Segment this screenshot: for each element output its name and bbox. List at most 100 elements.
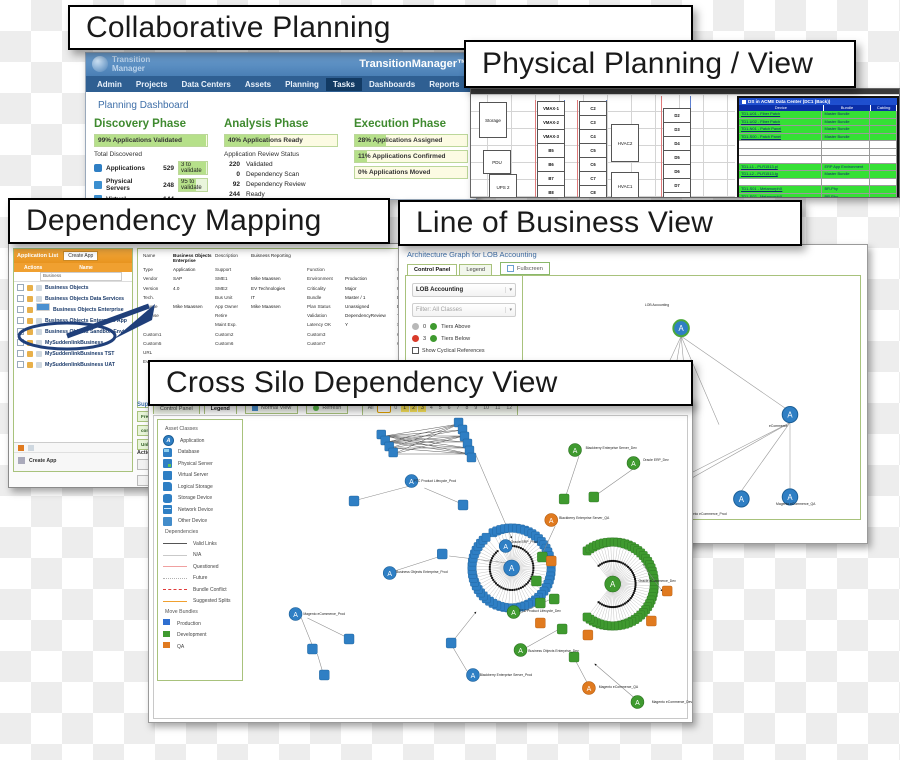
view-icon[interactable]	[36, 317, 42, 324]
table-row[interactable]: TD1-U01 - Fiber Patch Master Bundle	[739, 111, 897, 119]
nav-item-planning[interactable]: Planning	[278, 78, 326, 91]
tab-control-panel[interactable]: Control Panel	[407, 264, 458, 275]
table-row[interactable]: TD1-N01 - Patch Panel Master Bundle	[739, 126, 897, 134]
nav-item-dashboards[interactable]: Dashboards	[362, 78, 422, 91]
nav-item-projects[interactable]: Projects	[129, 78, 175, 91]
edit-icon[interactable]	[27, 317, 33, 324]
tab-legend[interactable]: Legend	[459, 264, 493, 275]
row-checkbox[interactable]	[17, 317, 24, 324]
refresh-icon[interactable]	[28, 444, 34, 451]
table-row[interactable]: TD1-S02 - MetamorphX BR-Phy	[739, 193, 897, 197]
cell-bundle: ERP App Environment	[822, 163, 871, 170]
view-icon[interactable]	[36, 295, 42, 302]
table-row[interactable]: TD1-S01 - MetamorphX BR-Phy	[739, 186, 897, 194]
node-label-magento-ecommerce-qa: Magento eCommerce_QA	[776, 501, 816, 506]
nav-item-assets[interactable]: Assets	[238, 78, 278, 91]
rack-vmax-2[interactable]: VMAX-2	[537, 115, 565, 130]
edit-icon[interactable]	[27, 339, 33, 346]
list-item[interactable]: MySuddenlinkBusiness TST	[14, 348, 132, 359]
view-icon[interactable]	[36, 361, 42, 368]
table-row[interactable]: TD1-S00 - Patch Panel Master Bundle	[739, 133, 897, 141]
rack-c6[interactable]: C6	[579, 157, 607, 172]
window-menu-icon[interactable]	[742, 99, 746, 104]
rack-d5[interactable]: D5	[663, 150, 691, 165]
col-actions[interactable]: Actions	[14, 265, 42, 271]
list-item[interactable]: Business Objects Enterprise App	[14, 315, 132, 326]
rack-b8[interactable]: B8	[537, 185, 565, 197]
view-icon[interactable]	[36, 284, 42, 291]
table-row[interactable]	[739, 178, 897, 186]
show-cyclical-references-checkbox[interactable]: Show Cyclical References	[412, 347, 516, 354]
nav-item-admin[interactable]: Admin	[90, 78, 129, 91]
table-row[interactable]	[739, 141, 897, 149]
row-checkbox[interactable]	[17, 284, 24, 291]
row-checkbox[interactable]	[17, 361, 24, 368]
rack-d8[interactable]: D8	[663, 192, 691, 197]
rack-d3[interactable]: D3	[663, 122, 691, 137]
view-icon[interactable]	[36, 350, 42, 357]
row-checkbox[interactable]	[17, 306, 24, 313]
plus-icon[interactable]	[430, 323, 438, 330]
table-row[interactable]: TD1-L1 - PLR1513.pl ERP App Environment	[739, 163, 897, 171]
table-row[interactable]: TD1-L2 - PLR1513.lg Master Bundle	[739, 171, 897, 179]
rack-d4[interactable]: D4	[663, 136, 691, 151]
edit-icon[interactable]	[27, 284, 33, 291]
edit-icon[interactable]	[27, 306, 33, 313]
minus-icon[interactable]	[412, 335, 419, 342]
list-item[interactable]: Business Objects Sandbox Envi	[14, 326, 132, 337]
class-filter-select[interactable]: Filter: All Classes ▾	[412, 303, 516, 317]
field-value-custom5	[173, 341, 215, 346]
floor-box-pdu[interactable]: PDU	[483, 150, 511, 174]
nav-item-tasks[interactable]: Tasks	[325, 77, 362, 91]
rack-d6[interactable]: D6	[663, 164, 691, 179]
plus-icon[interactable]	[430, 335, 438, 342]
name-filter-input[interactable]: Business	[40, 272, 122, 281]
list-item[interactable]: Business Objects Enterprise	[14, 302, 132, 315]
list-item[interactable]: MySuddenlinkBusiness UAT	[14, 359, 132, 370]
fullscreen-button[interactable]: Fullscreen	[500, 262, 550, 275]
row-checkbox[interactable]	[17, 328, 24, 335]
floor-box-storage[interactable]: Storage	[479, 102, 507, 138]
view-icon[interactable]	[36, 339, 42, 346]
nav-item-data-centers[interactable]: Data Centers	[174, 78, 237, 91]
floor-box-hvac2[interactable]: HVAC2	[611, 124, 639, 162]
rack-c3[interactable]: C3	[579, 115, 607, 130]
nav-item-reports[interactable]: Reports	[422, 78, 466, 91]
create-app-footer-button[interactable]: Create App	[14, 453, 132, 468]
col-name[interactable]: Name	[40, 265, 132, 271]
edit-icon[interactable]	[27, 328, 33, 335]
view-icon[interactable]	[36, 328, 42, 335]
lob-select[interactable]: LOB Accounting ▾	[412, 283, 516, 297]
rack-vmax-1[interactable]: VMAX-1	[537, 101, 565, 116]
row-checkbox[interactable]	[17, 295, 24, 302]
cross-silo-graph[interactable]: A A A A A A A A A A A A A A PTC Product …	[246, 416, 692, 718]
rack-c4[interactable]: C4	[579, 129, 607, 144]
row-checkbox[interactable]	[17, 339, 24, 346]
rack-b6[interactable]: B6	[537, 157, 565, 172]
delete-icon[interactable]	[18, 444, 24, 451]
table-row[interactable]	[739, 148, 897, 156]
edit-icon[interactable]	[27, 361, 33, 368]
floor-box-hvac1[interactable]: HVAC1	[611, 172, 639, 197]
table-row[interactable]: TD1-U02 - Fiber Patch Master Bundle	[739, 118, 897, 126]
rack-c7[interactable]: C7	[579, 171, 607, 186]
list-item[interactable]: Business Objects Data Services	[14, 293, 132, 304]
edit-icon[interactable]	[27, 295, 33, 302]
minus-icon[interactable]	[412, 323, 419, 330]
rack-b7[interactable]: B7	[537, 171, 565, 186]
rack-d2[interactable]: D2	[663, 108, 691, 123]
rack-c8[interactable]: C8	[579, 185, 607, 197]
row-checkbox[interactable]	[17, 350, 24, 357]
rack-c2[interactable]: C2	[579, 101, 607, 116]
rack-d7[interactable]: D7	[663, 178, 691, 193]
table-row[interactable]	[739, 156, 897, 164]
edit-icon[interactable]	[27, 350, 33, 357]
create-app-button[interactable]: Create App	[63, 251, 99, 261]
floor-box-ups2[interactable]: UPS 2	[489, 174, 517, 197]
list-item[interactable]: Business Objects	[14, 282, 132, 293]
rack-b5[interactable]: B5	[537, 143, 565, 158]
list-item[interactable]: MySuddenlinkBusiness	[14, 337, 132, 348]
rack-c5[interactable]: C5	[579, 143, 607, 158]
view-icon[interactable]	[36, 302, 50, 311]
rack-vmax-3[interactable]: VMAX-3	[537, 129, 565, 144]
